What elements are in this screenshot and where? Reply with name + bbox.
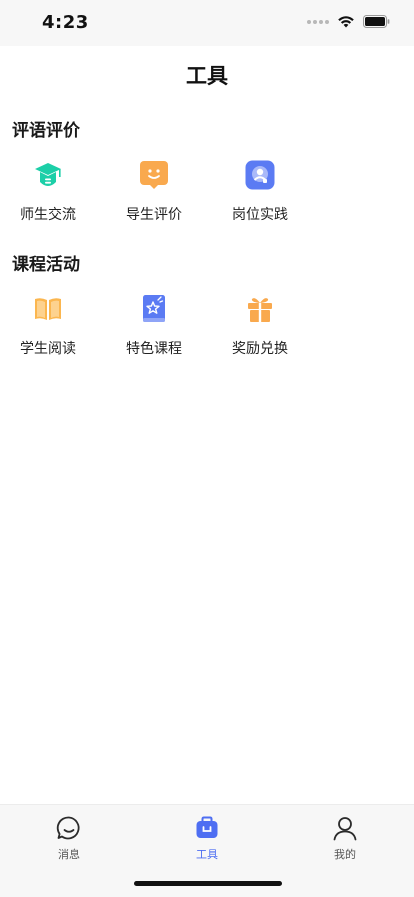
section-title-evaluation: 评语评价 [12, 121, 80, 141]
user-icon [333, 817, 357, 841]
tool-teacher-student-exchange[interactable]: 师生交流 [0, 160, 101, 224]
gift-icon [248, 298, 272, 322]
tool-label: 奖励兑换 [232, 341, 288, 357]
wifi-icon [338, 16, 354, 28]
navigation-header: 工具 [0, 46, 414, 100]
tab-label: 我的 [334, 848, 356, 861]
tool-label: 学生阅读 [20, 341, 76, 357]
toolbox-icon [196, 816, 218, 838]
tool-label: 特色课程 [126, 341, 182, 357]
user-badge-icon [245, 160, 275, 190]
tool-label: 师生交流 [20, 207, 76, 223]
tool-label: 岗位实践 [232, 207, 288, 223]
tab-messages[interactable]: 消息 [19, 815, 119, 862]
home-indicator[interactable] [134, 881, 282, 886]
open-book-icon [35, 298, 61, 320]
status-bar: 4:23 [0, 0, 414, 46]
page-title: 工具 [186, 64, 228, 88]
tool-grid-evaluation: 师生交流 导生评价 岗位实践 [0, 160, 414, 240]
tab-tools[interactable]: 工具 [157, 815, 257, 862]
tab-label: 工具 [196, 848, 218, 861]
tool-featured-courses[interactable]: 特色课程 [101, 294, 207, 358]
star-book-icon [143, 295, 165, 322]
status-icons [307, 15, 390, 28]
tool-job-practice[interactable]: 岗位实践 [207, 160, 313, 224]
tool-label: 导生评价 [126, 207, 182, 223]
section-title-course-activities: 课程活动 [12, 255, 80, 275]
tool-mentor-evaluation[interactable]: 导生评价 [101, 160, 207, 224]
status-time: 4:23 [42, 12, 89, 33]
tool-reward-exchange[interactable]: 奖励兑换 [207, 294, 313, 358]
battery-icon [363, 15, 390, 28]
tool-student-reading[interactable]: 学生阅读 [0, 294, 101, 358]
chat-bubble-icon [56, 816, 80, 840]
graduation-cap-icon [35, 163, 61, 186]
tab-profile[interactable]: 我的 [295, 815, 395, 862]
smiley-chat-icon [140, 161, 168, 189]
tool-grid-course-activities: 学生阅读 特色课程 奖励兑换 [0, 294, 414, 374]
tab-label: 消息 [58, 848, 80, 861]
cellular-signal-icon [307, 19, 329, 24]
